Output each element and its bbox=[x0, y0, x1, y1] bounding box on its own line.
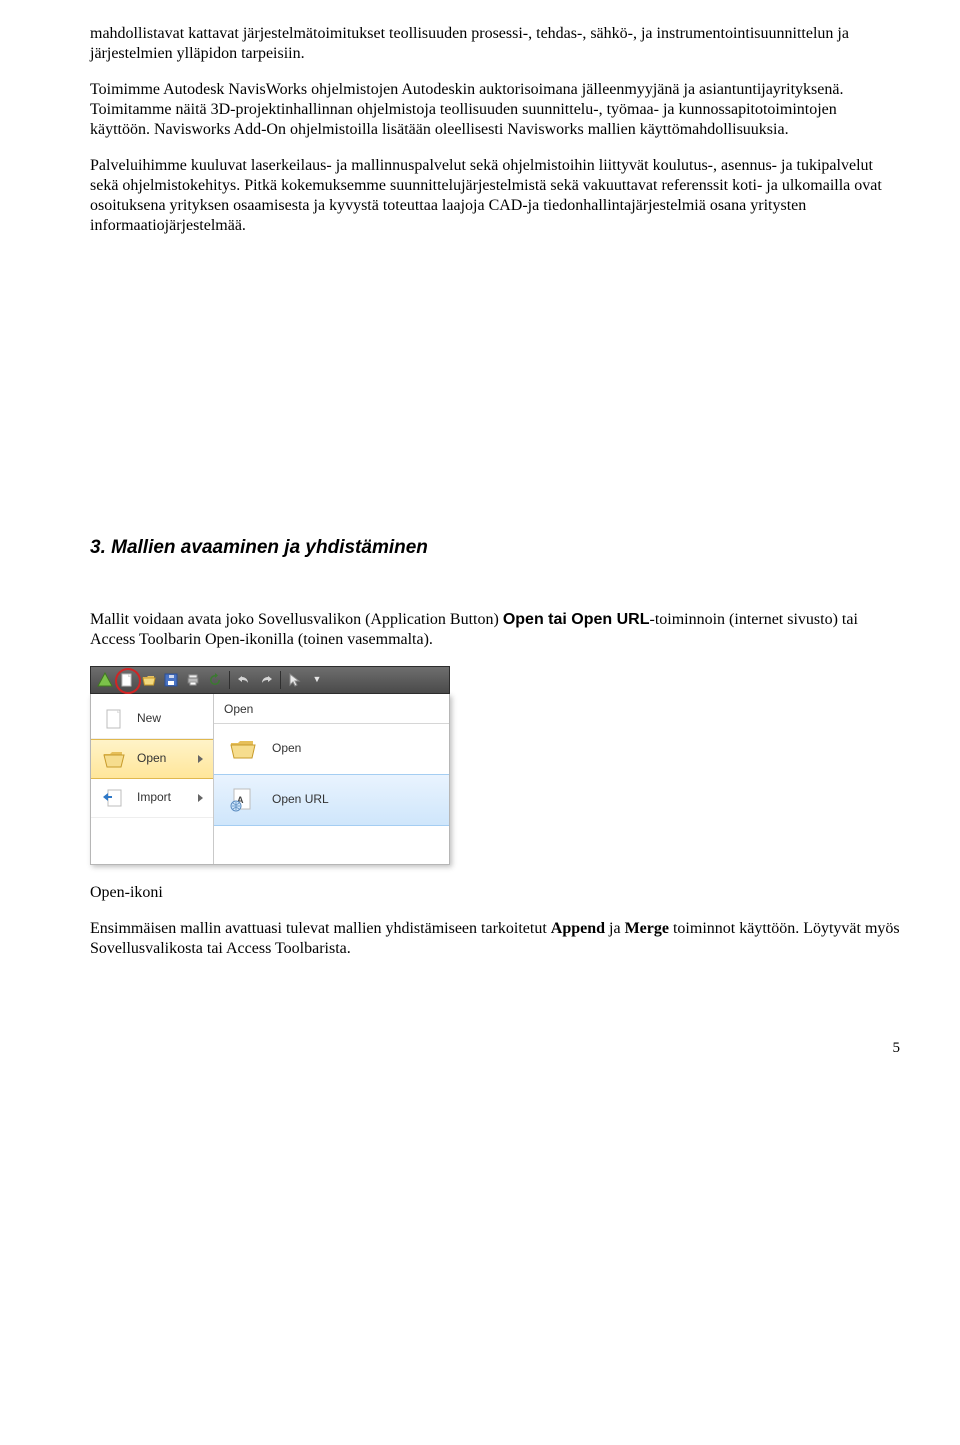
open-url-icon: A bbox=[226, 785, 260, 815]
qat-separator-2 bbox=[280, 671, 281, 689]
menu-item-import[interactable]: Import bbox=[91, 779, 213, 818]
section3-outro-mid: ja bbox=[605, 920, 625, 937]
merge-bold: Merge bbox=[625, 920, 669, 937]
menu-item-new[interactable]: New bbox=[91, 700, 213, 739]
app-menu-right-column: Open Open A Open URL bbox=[214, 694, 449, 864]
dropdown-icon[interactable]: ▼ bbox=[307, 670, 327, 690]
new-file-icon[interactable] bbox=[117, 670, 137, 690]
submenu-item-open[interactable]: Open bbox=[214, 724, 449, 774]
redo-icon[interactable] bbox=[256, 670, 276, 690]
quick-access-toolbar: ▼ bbox=[90, 666, 450, 694]
menu-item-open[interactable]: Open bbox=[91, 739, 213, 779]
app-logo-icon[interactable] bbox=[95, 670, 115, 690]
section3-outro: Ensimmäisen mallin avattuasi tulevat mal… bbox=[90, 919, 900, 959]
menu-item-import-label: Import bbox=[137, 790, 171, 805]
open-folder-icon-large bbox=[101, 748, 127, 770]
import-icon bbox=[101, 787, 127, 809]
section3-open-url-bold: Open tai Open URL bbox=[503, 611, 650, 628]
section3-intro: Mallit voidaan avata joko Sovellusvaliko… bbox=[90, 610, 900, 650]
page-number: 5 bbox=[90, 1039, 900, 1058]
submenu-open-url-label: Open URL bbox=[272, 792, 329, 807]
qat-separator bbox=[229, 671, 230, 689]
app-menu-left-column: New Open Import bbox=[91, 694, 214, 864]
open-folder-icon[interactable] bbox=[139, 670, 159, 690]
open-icon-caption: Open-ikoni bbox=[90, 883, 900, 903]
paragraph-1: mahdollistavat kattavat järjestelmätoimi… bbox=[90, 24, 900, 64]
refresh-icon[interactable] bbox=[205, 670, 225, 690]
save-icon[interactable] bbox=[161, 670, 181, 690]
appmenu-screenshot: ▼ New Open Import bbox=[90, 666, 450, 865]
print-icon[interactable] bbox=[183, 670, 203, 690]
section-heading-3: 3. Mallien avaaminen ja yhdistäminen bbox=[90, 536, 900, 560]
open-folder-icon-submenu bbox=[226, 734, 260, 764]
submenu-header: Open bbox=[214, 698, 449, 724]
undo-icon[interactable] bbox=[234, 670, 254, 690]
menu-item-new-label: New bbox=[137, 711, 161, 726]
select-icon[interactable] bbox=[285, 670, 305, 690]
submenu-arrow-icon bbox=[198, 755, 203, 763]
submenu-open-label: Open bbox=[272, 741, 301, 756]
paragraph-3: Palveluihimme kuuluvat laserkeilaus- ja … bbox=[90, 156, 900, 236]
section3-outro-before: Ensimmäisen mallin avattuasi tulevat mal… bbox=[90, 920, 551, 937]
submenu-item-open-url[interactable]: A Open URL bbox=[214, 774, 449, 826]
app-menu-panel: New Open Import Open bbox=[90, 694, 450, 865]
menu-item-open-label: Open bbox=[137, 751, 166, 766]
paragraph-2: Toimimme Autodesk NavisWorks ohjelmistoj… bbox=[90, 80, 900, 140]
section3-intro-before: Mallit voidaan avata joko Sovellusvaliko… bbox=[90, 611, 503, 628]
new-document-icon bbox=[101, 708, 127, 730]
append-bold: Append bbox=[551, 920, 605, 937]
submenu-arrow-icon bbox=[198, 794, 203, 802]
